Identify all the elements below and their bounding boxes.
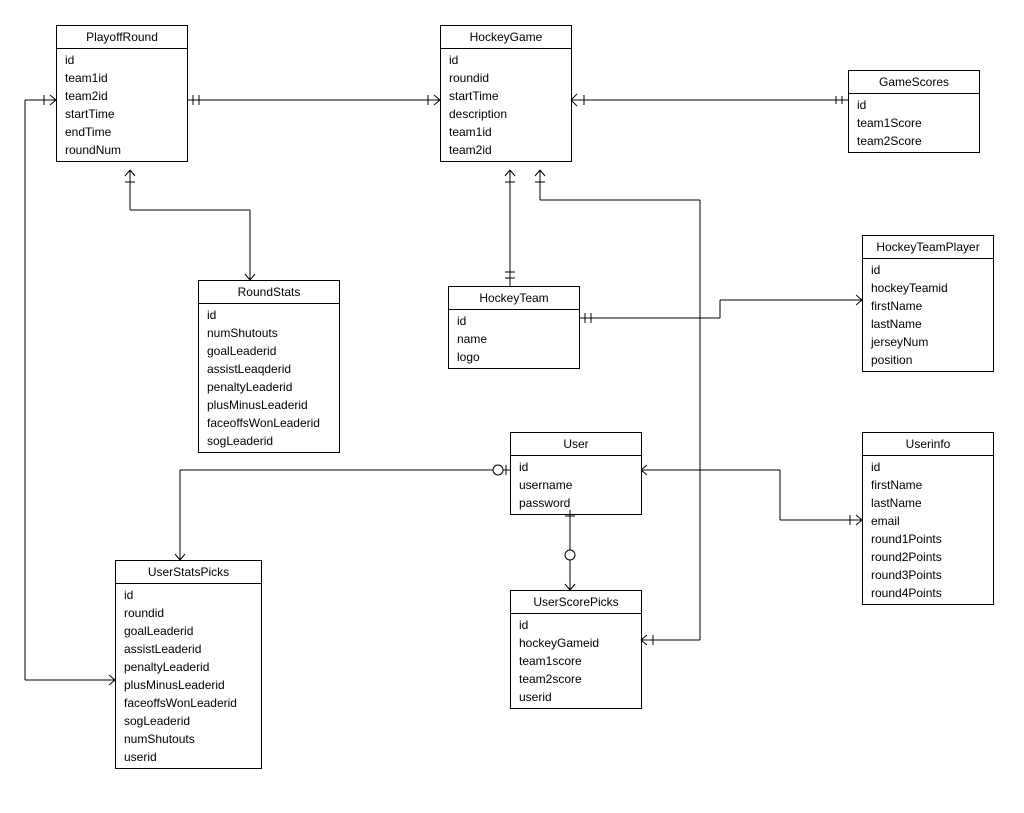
field: goalLeaderid	[199, 342, 339, 360]
field: hockeyGameid	[511, 634, 641, 652]
entity-title: UserStatsPicks	[116, 561, 261, 584]
field: penaltyLeaderid	[199, 378, 339, 396]
entity-gamescores: GameScores id team1Score team2Score	[848, 70, 980, 153]
entity-title: GameScores	[849, 71, 979, 94]
field: numShutouts	[199, 324, 339, 342]
field: username	[511, 476, 641, 494]
field: userid	[116, 748, 261, 766]
field: team2score	[511, 670, 641, 688]
field: firstName	[863, 476, 993, 494]
field: lastName	[863, 494, 993, 512]
field: name	[449, 330, 579, 348]
field: faceoffsWonLeaderid	[116, 694, 261, 712]
entity-title: HockeyGame	[441, 26, 571, 49]
entity-userinfo: Userinfo id firstName lastName email rou…	[862, 432, 994, 605]
entity-hockeyteamplayer: HockeyTeamPlayer id hockeyTeamid firstNa…	[862, 235, 994, 372]
field: lastName	[863, 315, 993, 333]
field: hockeyTeamid	[863, 279, 993, 297]
field: round4Points	[863, 584, 993, 602]
field: password	[511, 494, 641, 512]
entity-hockeygame: HockeyGame id roundid startTime descript…	[440, 25, 572, 162]
field: jerseyNum	[863, 333, 993, 351]
field: numShutouts	[116, 730, 261, 748]
field: goalLeaderid	[116, 622, 261, 640]
field: assistLeaderid	[116, 640, 261, 658]
field: position	[863, 351, 993, 369]
entity-title: HockeyTeamPlayer	[863, 236, 993, 259]
entity-userscorepicks: UserScorePicks id hockeyGameid team1scor…	[510, 590, 642, 709]
field: id	[116, 586, 261, 604]
entity-title: RoundStats	[199, 281, 339, 304]
entity-userstatspicks: UserStatsPicks id roundid goalLeaderid a…	[115, 560, 262, 769]
field: team1id	[57, 69, 187, 87]
field: userid	[511, 688, 641, 706]
entity-title: User	[511, 433, 641, 456]
field: team1id	[441, 123, 571, 141]
field: round1Points	[863, 530, 993, 548]
field: id	[511, 616, 641, 634]
entity-title: Userinfo	[863, 433, 993, 456]
field: sogLeaderid	[199, 432, 339, 450]
field: faceoffsWonLeaderid	[199, 414, 339, 432]
field: penaltyLeaderid	[116, 658, 261, 676]
field: assistLeaqderid	[199, 360, 339, 378]
field: plusMinusLeaderid	[116, 676, 261, 694]
field: logo	[449, 348, 579, 366]
entity-title: HockeyTeam	[449, 287, 579, 310]
entity-title: UserScorePicks	[511, 591, 641, 614]
entity-title: PlayoffRound	[57, 26, 187, 49]
field: startTime	[57, 105, 187, 123]
field: round3Points	[863, 566, 993, 584]
field: id	[199, 306, 339, 324]
entity-playoffround: PlayoffRound id team1id team2id startTim…	[56, 25, 188, 162]
field: team2id	[57, 87, 187, 105]
entity-user: User id username password	[510, 432, 642, 515]
field: roundid	[441, 69, 571, 87]
entity-hockeyteam: HockeyTeam id name logo	[448, 286, 580, 369]
field: description	[441, 105, 571, 123]
field: team1Score	[849, 114, 979, 132]
field: id	[863, 261, 993, 279]
field: startTime	[441, 87, 571, 105]
field: id	[849, 96, 979, 114]
field: roundid	[116, 604, 261, 622]
field: team2id	[441, 141, 571, 159]
entity-roundstats: RoundStats id numShutouts goalLeaderid a…	[198, 280, 340, 453]
field: sogLeaderid	[116, 712, 261, 730]
field: id	[863, 458, 993, 476]
field: endTime	[57, 123, 187, 141]
field: round2Points	[863, 548, 993, 566]
field: plusMinusLeaderid	[199, 396, 339, 414]
field: team2Score	[849, 132, 979, 150]
field: id	[449, 312, 579, 330]
field: id	[57, 51, 187, 69]
field: id	[441, 51, 571, 69]
field: email	[863, 512, 993, 530]
field: team1score	[511, 652, 641, 670]
field: roundNum	[57, 141, 187, 159]
field: firstName	[863, 297, 993, 315]
field: id	[511, 458, 641, 476]
er-diagram-canvas: PlayoffRound id team1id team2id startTim…	[0, 0, 1024, 813]
